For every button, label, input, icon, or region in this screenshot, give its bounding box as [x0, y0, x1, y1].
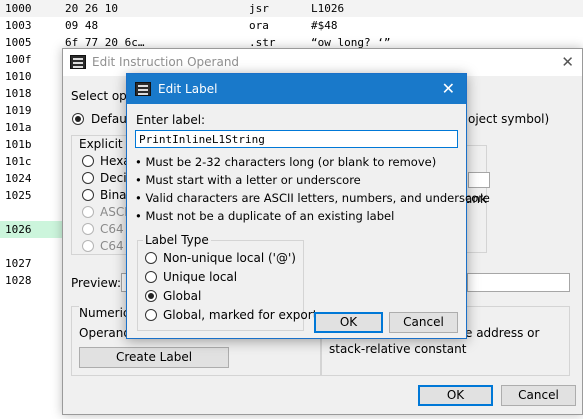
listing-offset: 1024 — [5, 172, 32, 185]
listing-offset: 1025 — [5, 189, 32, 202]
app-icon — [135, 82, 151, 96]
listing-offset: 1026 — [5, 223, 32, 236]
numeric-group-label: Numeric — [79, 306, 130, 320]
close-icon[interactable]: ✕ — [561, 53, 574, 71]
listing-operand: L1026 — [311, 2, 345, 15]
label-type-radio-label: Non-unique local ('@') — [163, 251, 296, 265]
label-type-title: Label Type — [143, 233, 211, 247]
listing-offset: 1010 — [5, 70, 32, 83]
operand-cancel-button[interactable]: Cancel — [501, 385, 576, 406]
enter-label-text: Enter label: — [136, 113, 206, 127]
listing-offset: 101b — [5, 138, 32, 151]
listing-offset: 1003 — [5, 19, 32, 32]
app-icon — [70, 55, 86, 69]
label-type-radio[interactable] — [145, 309, 157, 321]
label-rule-text: • Valid characters are ASCII letters, nu… — [135, 191, 490, 205]
select-operand-label: Select ope — [71, 89, 135, 103]
format-radio — [82, 223, 94, 235]
format-radio — [82, 206, 94, 218]
listing-offset: 100f — [5, 53, 32, 66]
symbol-hint-text: oject symbol) — [468, 112, 550, 126]
label-dialog-title: Edit Label — [158, 82, 218, 96]
listing-offset: 1027 — [5, 257, 32, 270]
listing-offset: 1019 — [5, 104, 32, 117]
preview-label: Preview: — [71, 276, 122, 290]
format-radio — [82, 240, 94, 252]
listing-row[interactable]: 1003 09 48 ora #$48 — [0, 17, 583, 34]
operand-ok-button[interactable]: OK — [418, 385, 493, 406]
label-type-radio-label: Global — [163, 289, 202, 303]
label-type-radio[interactable] — [145, 252, 157, 264]
operand-label: Operand — [79, 326, 131, 340]
operand-dialog-title: Edit Instruction Operand — [92, 55, 240, 69]
format-radio[interactable] — [82, 189, 94, 201]
listing-offset: 1005 — [5, 36, 32, 49]
edit-label-dialog: Edit Label ✕ Enter label: • Must be 2-32… — [126, 73, 490, 339]
format-radio[interactable] — [82, 172, 94, 184]
label-type-radio[interactable] — [145, 271, 157, 283]
label-cancel-button[interactable]: Cancel — [389, 312, 458, 333]
label-type-radio-label: Global, marked for export — [163, 308, 318, 322]
label-dialog-titlebar: Edit Label ✕ — [127, 74, 466, 104]
listing-offset: 101c — [5, 155, 32, 168]
label-input[interactable] — [135, 130, 458, 148]
listing-offset: 1000 — [5, 2, 32, 15]
listing-opcode: ora — [249, 19, 269, 32]
listing-offset: 101a — [5, 121, 32, 134]
listing-opcode: jsr — [249, 2, 269, 15]
right-text-field[interactable] — [468, 172, 490, 188]
listing-row[interactable]: 1000 20 26 10 jsr L1026 — [0, 0, 583, 17]
label-rule-text: • Must not be a duplicate of an existing… — [135, 209, 395, 223]
format-radio[interactable] — [82, 155, 94, 167]
default-radio[interactable] — [72, 113, 84, 125]
operand-dialog-titlebar: Edit Instruction Operand ✕ — [63, 49, 582, 76]
label-type-radio-label: Unique local — [163, 270, 238, 284]
close-icon[interactable]: ✕ — [442, 79, 455, 98]
label-ok-button[interactable]: OK — [314, 312, 383, 333]
listing-bytes: 09 48 — [65, 19, 99, 32]
preview-field-right — [467, 273, 570, 292]
listing-offset: 1018 — [5, 87, 32, 100]
listing-offset: 1028 — [5, 274, 32, 287]
label-rule-text: • Must be 2-32 characters long (or blank… — [135, 155, 437, 169]
listing-operand: #$48 — [311, 19, 338, 32]
listing-bytes: 20 26 10 — [65, 2, 118, 15]
label-rule-text: • Must start with a letter or underscore — [135, 173, 361, 187]
create-label-button[interactable]: Create Label — [79, 347, 229, 368]
label-type-radio[interactable] — [145, 290, 157, 302]
address-text: e address or — [465, 326, 540, 340]
stack-relative-text: stack-relative constant — [329, 342, 467, 356]
